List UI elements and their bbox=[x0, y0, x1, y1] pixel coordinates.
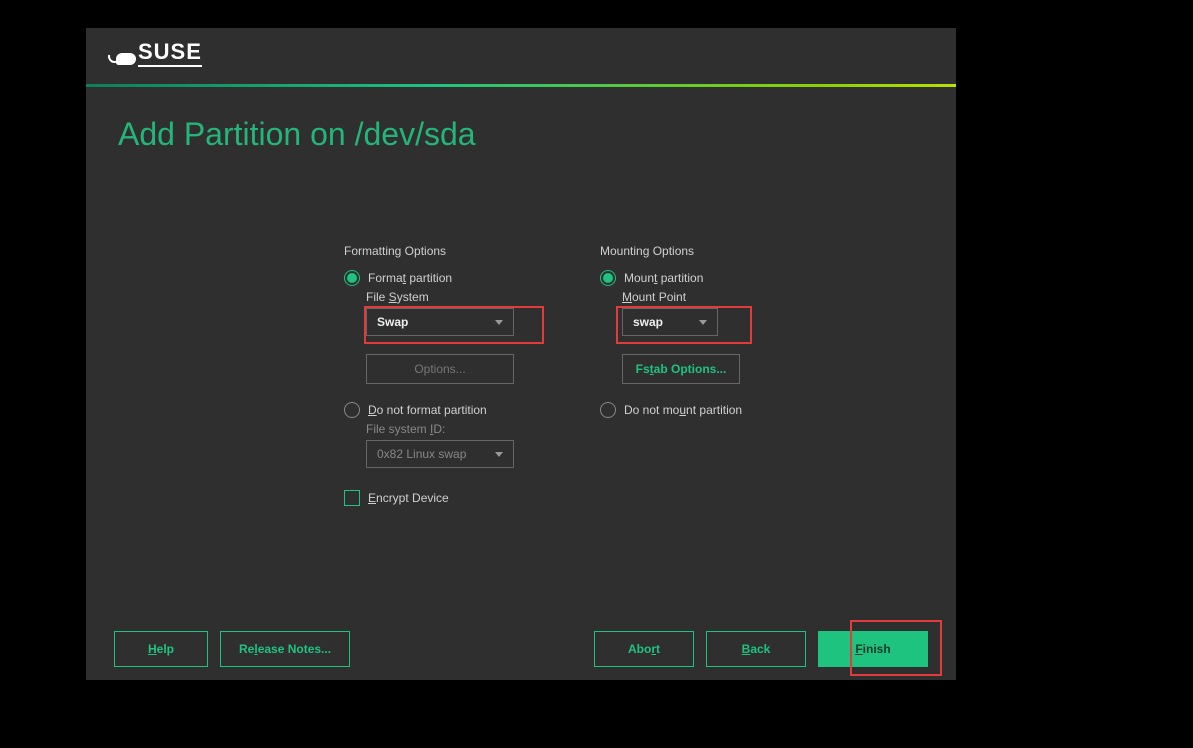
abort-button[interactable]: Abort bbox=[594, 631, 694, 667]
encrypt-device-checkbox[interactable]: Encrypt Device bbox=[344, 490, 514, 506]
checkbox-icon bbox=[344, 490, 360, 506]
mount-point-value: swap bbox=[633, 315, 663, 329]
fsid-label: File system ID: bbox=[366, 422, 514, 436]
page-title: Add Partition on /dev/sda bbox=[118, 116, 476, 153]
mounting-section: Mounting Options Mount partition Mount P… bbox=[600, 244, 742, 422]
installer-window: SUSE Add Partition on /dev/sda Formattin… bbox=[86, 28, 956, 680]
filesystem-value: Swap bbox=[377, 315, 408, 329]
chameleon-icon bbox=[108, 43, 136, 67]
finish-button[interactable]: Finish bbox=[818, 631, 928, 667]
radio-unselected-icon bbox=[600, 402, 616, 418]
format-options-button: Options... bbox=[366, 354, 514, 384]
mount-partition-radio[interactable]: Mount partition bbox=[600, 270, 742, 286]
no-format-label: Do not format partition bbox=[368, 403, 487, 417]
mount-partition-label: Mount partition bbox=[624, 271, 703, 285]
fsid-select: 0x82 Linux swap bbox=[366, 440, 514, 468]
filesystem-label: File System bbox=[366, 290, 514, 304]
header-divider bbox=[86, 84, 956, 87]
radio-selected-icon bbox=[344, 270, 360, 286]
no-mount-radio[interactable]: Do not mount partition bbox=[600, 402, 742, 418]
formatting-header: Formatting Options bbox=[344, 244, 514, 258]
chevron-down-icon bbox=[495, 320, 503, 325]
radio-selected-icon bbox=[600, 270, 616, 286]
encrypt-label: Encrypt Device bbox=[368, 491, 449, 505]
back-button[interactable]: Back bbox=[706, 631, 806, 667]
format-partition-radio[interactable]: Format partition bbox=[344, 270, 514, 286]
format-partition-label: Format partition bbox=[368, 271, 452, 285]
fsid-value: 0x82 Linux swap bbox=[377, 447, 466, 461]
footer-right-group: Abort Back Finish bbox=[594, 631, 928, 667]
mount-point-select[interactable]: swap bbox=[622, 308, 718, 336]
no-format-radio[interactable]: Do not format partition bbox=[344, 402, 514, 418]
help-button[interactable]: Help bbox=[114, 631, 208, 667]
chevron-down-icon bbox=[699, 320, 707, 325]
radio-unselected-icon bbox=[344, 402, 360, 418]
mounting-header: Mounting Options bbox=[600, 244, 742, 258]
chevron-down-icon bbox=[495, 452, 503, 457]
fstab-options-button[interactable]: Fstab Options... bbox=[622, 354, 740, 384]
footer-bar: Help Release Notes... Abort Back Finish bbox=[86, 618, 956, 680]
filesystem-select[interactable]: Swap bbox=[366, 308, 514, 336]
release-notes-button[interactable]: Release Notes... bbox=[220, 631, 350, 667]
no-mount-label: Do not mount partition bbox=[624, 403, 742, 417]
mount-point-label: Mount Point bbox=[622, 290, 742, 304]
suse-logo: SUSE bbox=[108, 23, 202, 67]
brand-text: SUSE bbox=[138, 39, 202, 67]
formatting-section: Formatting Options Format partition File… bbox=[344, 244, 514, 506]
footer-left-group: Help Release Notes... bbox=[114, 631, 350, 667]
